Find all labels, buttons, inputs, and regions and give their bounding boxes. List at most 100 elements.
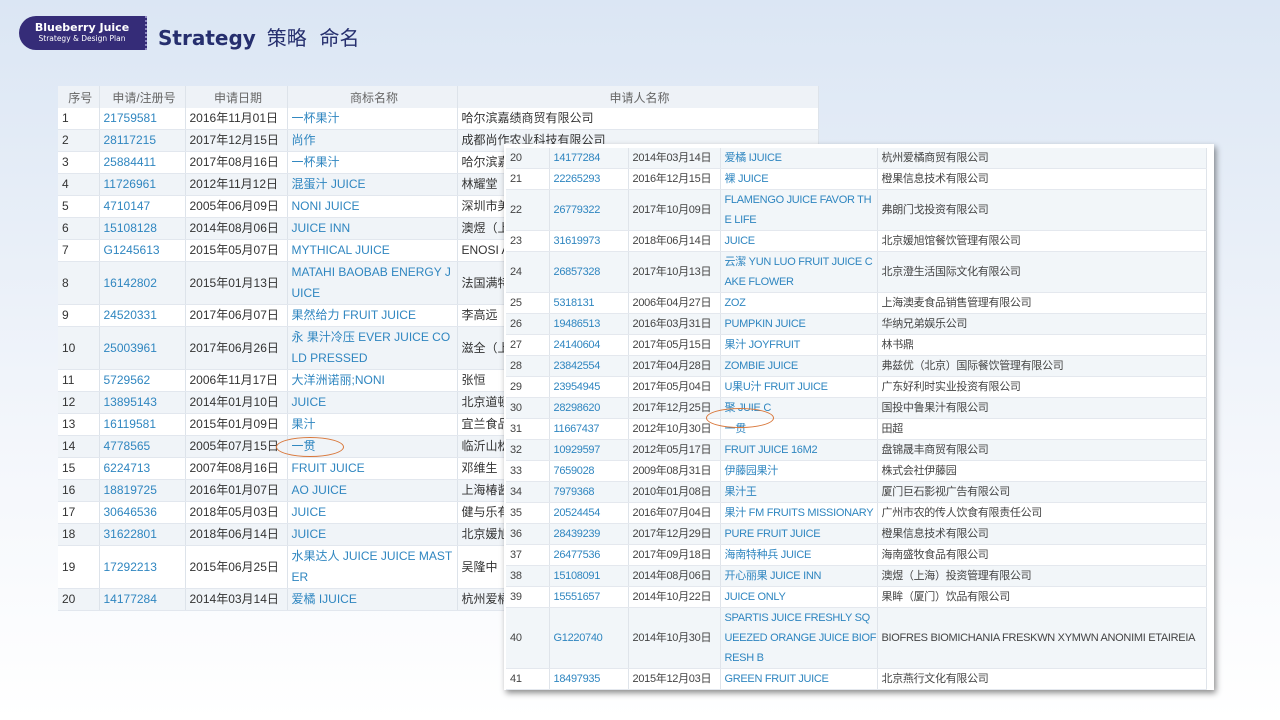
reg-number-link[interactable]: 5318131 xyxy=(549,292,629,314)
reg-number-link[interactable]: 26857328 xyxy=(549,251,629,293)
trademark-name-link[interactable]: JUICE INN xyxy=(287,217,458,240)
reg-number-link[interactable]: 6224713 xyxy=(99,457,186,480)
trademark-name-link[interactable]: FRUIT JUICE 16M2 xyxy=(720,439,878,461)
reg-number-link[interactable]: 24520331 xyxy=(99,304,186,327)
reg-number-link[interactable]: G1220740 xyxy=(549,607,629,669)
application-date: 2016年07月04日 xyxy=(628,502,721,524)
row-index: 36 xyxy=(506,523,550,545)
trademark-name-link[interactable]: JUICE xyxy=(720,230,878,252)
trademark-name-link[interactable]: JUICE xyxy=(287,523,458,546)
reg-number-link[interactable]: 15551657 xyxy=(549,586,629,608)
reg-number-link[interactable]: 17292213 xyxy=(99,545,186,589)
trademark-name-link[interactable]: PURE FRUIT JUICE xyxy=(720,523,878,545)
reg-number-link[interactable]: 19486513 xyxy=(549,313,629,335)
reg-number-link[interactable]: 26779322 xyxy=(549,189,629,231)
trademark-name-link[interactable]: 水果达人 JUICE JUICE MASTER xyxy=(287,545,458,589)
trademark-name-link[interactable]: 永 果汁冷压 EVER JUICE COLD PRESSED xyxy=(287,326,458,370)
trademark-name-link[interactable]: AO JUICE xyxy=(287,479,458,502)
application-date: 2018年06月14日 xyxy=(628,230,721,252)
trademark-name-link[interactable]: 大洋洲诺丽;NONI xyxy=(287,369,458,392)
reg-number-link[interactable]: 23842554 xyxy=(549,355,629,377)
trademark-name-link[interactable]: GREEN FRUIT JUICE xyxy=(720,668,878,690)
row-index: 13 xyxy=(58,413,100,436)
trademark-name-link[interactable]: SPARTIS JUICE FRESHLY SQUEEZED ORANGE JU… xyxy=(720,607,878,669)
reg-number-link[interactable]: 25003961 xyxy=(99,326,186,370)
trademark-name-link[interactable]: 果汁王 xyxy=(720,481,878,503)
trademark-name-link[interactable]: 裸 JUICE xyxy=(720,168,878,190)
trademark-name-link[interactable]: CARRY JUICE xyxy=(720,689,878,690)
row-index: 16 xyxy=(58,479,100,502)
reg-number-link[interactable]: 7979368 xyxy=(549,481,629,503)
trademark-name-link[interactable]: PUMPKIN JUICE xyxy=(720,313,878,335)
trademark-name-link[interactable]: 果汁 xyxy=(287,413,458,436)
reg-number-link[interactable]: 14177284 xyxy=(549,148,629,169)
trademark-name-link[interactable]: 云潔 YUN LUO FRUIT JUICE CAKE FLOWER xyxy=(720,251,878,293)
reg-number-link[interactable]: 13895143 xyxy=(99,391,186,414)
table-row: 21 22265293 2016年12月15日裸 JUICE 橙果信息技术有限公司 xyxy=(506,168,1207,190)
reg-number-link[interactable]: 16119581 xyxy=(99,413,186,436)
trademark-name-link[interactable]: FLAMENGO JUICE FAVOR THE LIFE xyxy=(720,189,878,231)
trademark-name-link[interactable]: 混蛋汁 JUICE xyxy=(287,173,458,196)
trademark-name-link[interactable]: JUICE ONLY xyxy=(720,586,878,608)
reg-number-link[interactable]: 11726961 xyxy=(99,173,186,196)
col-header-reg-no: 申请/注册号 xyxy=(99,86,186,108)
reg-number-link[interactable]: 31619973 xyxy=(549,230,629,252)
reg-number-link[interactable]: 11667437 xyxy=(549,418,629,440)
reg-number-link[interactable]: 5729562 xyxy=(99,369,186,392)
reg-number-link[interactable]: 23954945 xyxy=(549,376,629,398)
reg-number-link[interactable]: 10929597 xyxy=(549,439,629,461)
row-index: 19 xyxy=(58,545,100,589)
row-index: 18 xyxy=(58,523,100,546)
trademark-name-link[interactable]: 一杯果汁 xyxy=(287,108,458,130)
reg-number-link[interactable]: 26477536 xyxy=(549,544,629,566)
trademark-name-link[interactable]: 果汁 JOYFRUIT xyxy=(720,334,878,356)
reg-number-link[interactable]: 22265293 xyxy=(549,168,629,190)
trademark-name-link[interactable]: FRUIT JUICE xyxy=(287,457,458,480)
page-title-en: Strategy xyxy=(158,26,256,50)
trademark-name-link[interactable]: 果汁 FM FRUITS MISSIONARY xyxy=(720,502,878,524)
reg-number-link[interactable]: 14177284 xyxy=(99,588,186,611)
trademark-name-link[interactable]: 果然给力 FRUIT JUICE xyxy=(287,304,458,327)
reg-number-link[interactable]: 20524454 xyxy=(549,502,629,524)
reg-number-link[interactable]: 21759581 xyxy=(99,108,186,130)
trademark-name-link[interactable]: 一杯果汁 xyxy=(287,151,458,174)
reg-number-link[interactable]: 18497935 xyxy=(549,668,629,690)
table-row: 31 11667437 2012年10月30日 一贯 田超 xyxy=(506,418,1207,440)
reg-number-link[interactable]: 18819725 xyxy=(99,479,186,502)
reg-number-link[interactable]: 4778565 xyxy=(99,435,186,458)
trademark-name-link[interactable]: JUICE xyxy=(287,391,458,414)
trademark-name-link[interactable]: 爱橘 IJUICE xyxy=(287,588,458,611)
trademark-name-link[interactable]: ZOZ xyxy=(720,292,878,314)
reg-number-link[interactable]: 30646536 xyxy=(99,501,186,524)
trademark-name-link[interactable]: 爱橘 IJUICE xyxy=(720,148,878,169)
applicant-name: 橙果信息技术有限公司 xyxy=(877,523,1207,545)
trademark-name-link[interactable]: ZOMBIE JUICE xyxy=(720,355,878,377)
trademark-name-link[interactable]: 开心丽果 JUICE INN xyxy=(720,565,878,587)
reg-number-link[interactable]: 25884411 xyxy=(99,151,186,174)
applicant-name: 北京燕行文化有限公司 xyxy=(877,668,1207,690)
reg-number-link[interactable]: 4710147 xyxy=(99,195,186,218)
table-row: 22 26779322 2017年10月09日 FLAMENGO JUICE FAVO… xyxy=(506,189,1207,231)
trademark-name-link[interactable]: 伊藤园果汁 xyxy=(720,460,878,482)
reg-number-link[interactable]: 15108091 xyxy=(549,565,629,587)
trademark-name-link[interactable]: U果U汁 FRUIT JUICE xyxy=(720,376,878,398)
applicant-name: 广州市农的传人饮食有限责任公司 xyxy=(877,502,1207,524)
trademark-name-link[interactable]: MYTHICAL JUICE xyxy=(287,239,458,262)
reg-number-link[interactable]: G1245613 xyxy=(99,239,186,262)
reg-number-link[interactable]: 28298620 xyxy=(549,397,629,419)
application-date: 2017年10月13日 xyxy=(628,251,721,293)
reg-number-link[interactable]: 28117215 xyxy=(99,129,186,152)
reg-number-link[interactable]: 16142802 xyxy=(99,261,186,305)
trademark-name-link[interactable]: 尚作 xyxy=(287,129,458,152)
trademark-name-link[interactable]: JUICE xyxy=(287,501,458,524)
reg-number-link[interactable]: 24140604 xyxy=(549,334,629,356)
application-date: 2017年10月09日 xyxy=(628,189,721,231)
trademark-name-link[interactable]: MATAHI BAOBAB ENERGY JUICE xyxy=(287,261,458,305)
reg-number-link[interactable]: 7659028 xyxy=(549,460,629,482)
trademark-name-link[interactable]: NONI JUICE xyxy=(287,195,458,218)
reg-number-link[interactable]: 28439239 xyxy=(549,523,629,545)
reg-number-link[interactable]: 18669994 xyxy=(549,689,629,690)
reg-number-link[interactable]: 15108128 xyxy=(99,217,186,240)
reg-number-link[interactable]: 31622801 xyxy=(99,523,186,546)
trademark-name-link[interactable]: 海南特种兵 JUICE xyxy=(720,544,878,566)
